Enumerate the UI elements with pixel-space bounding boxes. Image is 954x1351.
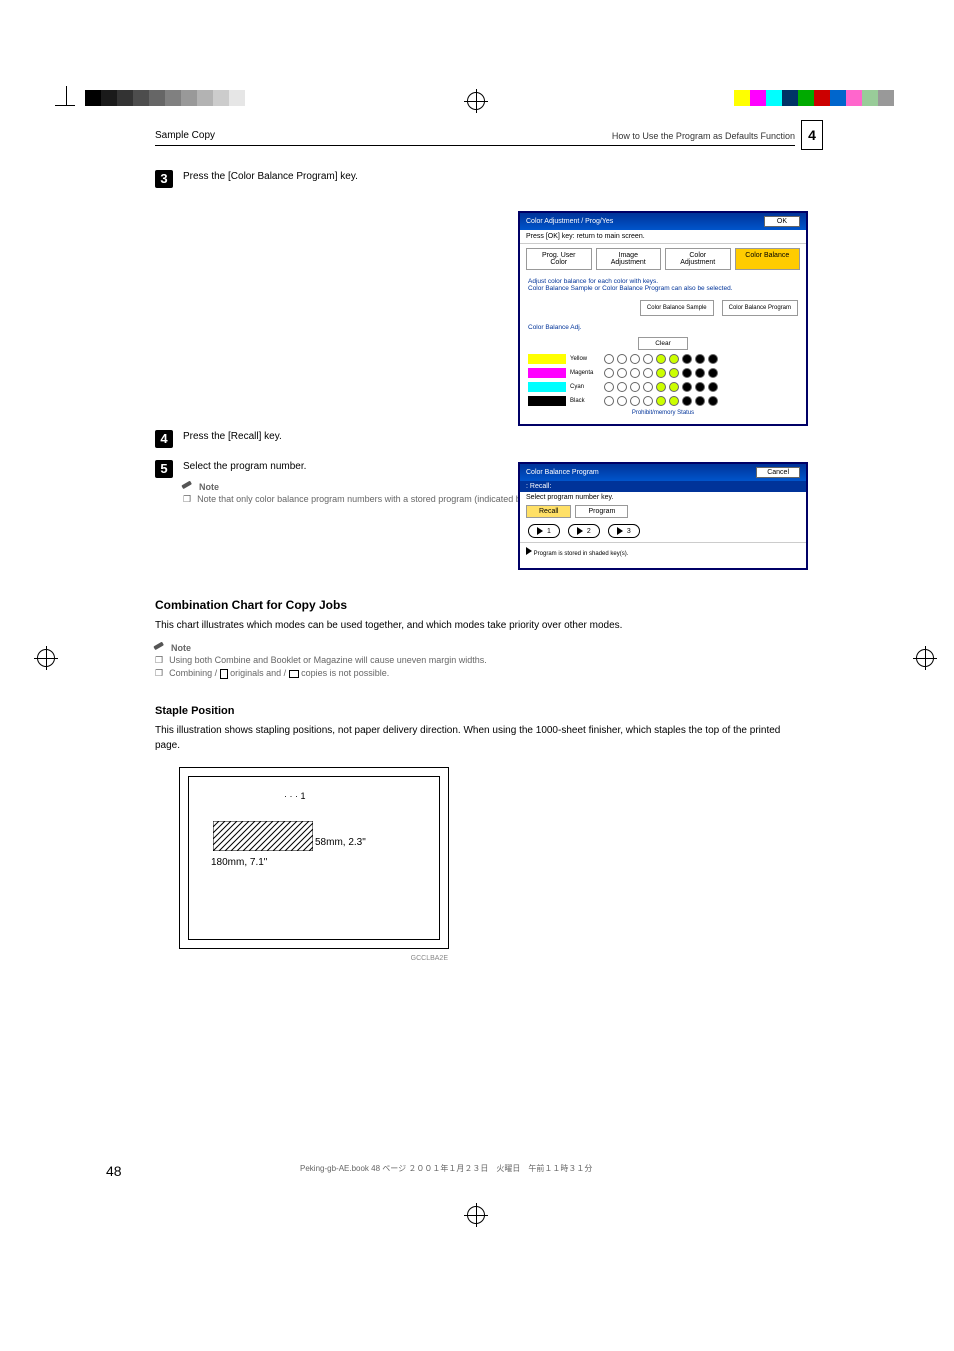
color-balance-program-button[interactable]: Color Balance Program [722,300,798,316]
footer-file-info: Peking-gb-AE.book 48 ページ ２００１年１月２３日 火曜日 … [300,1163,592,1174]
ss1-desc2: Color Balance Sample or Color Balance Pr… [528,285,798,292]
label-magenta: Magenta [570,370,600,376]
note2-line2a: Combining / [169,668,220,678]
subsection-title: Staple Position [155,705,793,717]
step-3-number: 3 [155,170,173,188]
crop-mark-tl [47,86,75,114]
header-left: Sample Copy [155,130,215,141]
color-bar [734,90,894,106]
diag-marker: · · · 1 [284,791,306,801]
register-target-top [467,92,485,110]
crop-mark-br [899,1193,927,1221]
ss2-footer: Program is stored in shaded key(s). [534,551,629,557]
register-target-left [37,649,55,667]
register-target-right [916,649,934,667]
ss1-title: Color Adjustment / Prog/Yes [526,218,613,225]
section-title: Combination Chart for Copy Jobs [155,598,793,612]
step-5-text: Select the program number. [183,460,473,474]
step-4-number: 4 [155,430,173,448]
program-arrow-icon [577,527,583,535]
register-target-bottom [467,1206,485,1224]
screenshot-color-adjustment: Color Adjustment / Prog/Yes OK Press [OK… [518,211,808,426]
ss2-title: Color Balance Program [526,469,599,476]
step-3-text: Press the [Color Balance Program] key. [183,170,473,184]
tab-image-adjustment[interactable]: Image Adjustment [596,248,662,270]
hatch-area [213,821,313,851]
footer-page-num: 48 [106,1163,122,1179]
step-5-number: 5 [155,460,173,478]
note1-label: Note [199,482,219,492]
page-section-badge: 4 [801,120,823,150]
dim-58mm: 58mm, 2.3" [315,837,366,848]
landscape-icon [289,670,299,678]
note2-line1: Using both Combine and Booklet or Magazi… [169,655,487,666]
crop-mark-tr [899,86,927,114]
ss1-section-label: Color Balance Adj. [520,320,806,335]
program-arrow-icon [526,547,532,555]
screenshot-color-balance-program: Color Balance Program Cancel : Recall: S… [518,462,808,570]
ss2-sub: : Recall: [520,481,806,492]
note-icon [181,480,196,495]
cancel-button[interactable]: Cancel [756,467,800,478]
header-right: How to Use the Program as Defaults Funct… [612,131,795,141]
tab-color-adjustment[interactable]: Color Adjustment [665,248,731,270]
portrait-icon [220,669,228,679]
ss1-subtitle: Press [OK] key: return to main screen. [520,230,806,244]
label-cyan: Cyan [570,384,600,390]
clear-button[interactable]: Clear [638,337,688,350]
grayscale-bar [85,90,245,106]
program-1-button[interactable]: 1 [528,524,560,538]
ss1-desc1: Adjust color balance for each color with… [528,278,798,285]
program-3-button[interactable]: 3 [608,524,640,538]
section-para: This chart illustrates which modes can b… [155,618,793,633]
dim-180mm: 180mm, 7.1" [211,857,267,868]
note-icon [153,641,168,656]
tab-recall[interactable]: Recall [526,505,571,518]
note2-label: Note [171,643,191,653]
ok-button[interactable]: OK [764,216,800,227]
staple-diagram: · · · 1 58mm, 2.3" 180mm, 7.1" GCCLBA2E [179,767,449,949]
tab-program[interactable]: Program [575,505,628,518]
tab-prog-user-color[interactable]: Prog. User Color [526,248,592,270]
step-4-text: Press the [Recall] key. [183,430,473,444]
crop-mark-bl [47,1193,75,1221]
diagram-id: GCCLBA2E [411,955,448,962]
program-arrow-icon [537,527,543,535]
color-balance-sample-button[interactable]: Color Balance Sample [640,300,714,316]
subsection-para: This illustration shows stapling positio… [155,723,793,753]
program-arrow-icon [617,527,623,535]
ss2-desc: Select program number key. [520,492,806,503]
note2-line2b: originals and / [228,668,289,678]
label-yellow: Yellow [570,356,600,362]
tab-color-balance[interactable]: Color Balance [735,248,801,270]
label-black: Black [570,398,600,404]
ss1-status: Prohibit/memory Status [520,408,806,418]
program-2-button[interactable]: 2 [568,524,600,538]
note2-line2c: copies is not possible. [299,668,390,678]
